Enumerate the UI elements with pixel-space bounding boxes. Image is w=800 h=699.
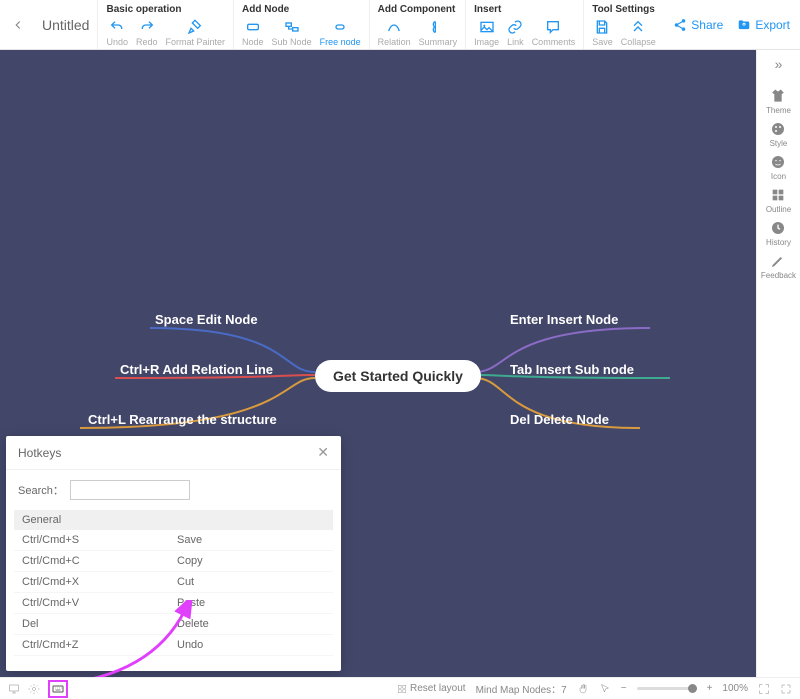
export-label: Export xyxy=(755,18,790,32)
free-node-button[interactable]: Free node xyxy=(318,17,363,49)
toolbar-item-label: Link xyxy=(507,37,524,47)
center-node[interactable]: Get Started Quickly xyxy=(315,360,481,392)
leaf-right-2[interactable]: Del Delete Node xyxy=(510,412,609,427)
hotkey-key: Ctrl/Cmd+C xyxy=(22,555,177,567)
redo-button[interactable]: Redo xyxy=(134,17,160,49)
hotkey-row: Ctrl/Cmd+VPaste xyxy=(14,593,333,614)
search-label: Search： xyxy=(18,482,64,498)
leaf-right-0[interactable]: Enter Insert Node xyxy=(510,312,618,327)
node-button[interactable]: Node xyxy=(240,17,266,49)
hotkeys-section-general: General xyxy=(14,510,333,530)
hotkey-key: Ctrl/Cmd+Z xyxy=(22,639,177,651)
leaf-left-1[interactable]: Ctrl+R Add Relation Line xyxy=(120,362,273,377)
share-label: Share xyxy=(691,18,723,32)
zoom-level: 100% xyxy=(722,683,748,694)
toolbar-item-label: Collapse xyxy=(621,37,656,47)
save-button[interactable]: Save xyxy=(590,17,615,49)
toolbar-item-label: Summary xyxy=(419,37,458,47)
settings-icon[interactable] xyxy=(28,683,40,695)
toolbar-item-label: Save xyxy=(592,37,613,47)
sidebar-label: Icon xyxy=(771,172,786,181)
sidebar-theme[interactable]: Theme xyxy=(761,88,796,115)
sidebar-outline[interactable]: Outline xyxy=(761,187,796,214)
sidebar-label: Outline xyxy=(766,205,791,214)
toolbar-item-label: Redo xyxy=(136,37,158,47)
toolbar-item-label: Image xyxy=(474,37,499,47)
hotkey-row: DelDelete xyxy=(14,614,333,635)
document-title[interactable]: Untitled xyxy=(42,17,89,33)
sub-node-button[interactable]: Sub Node xyxy=(270,17,314,49)
toolbar-item-label: Node xyxy=(242,37,264,47)
close-icon[interactable]: ✕ xyxy=(317,444,329,461)
collapse-sidebar-button[interactable]: » xyxy=(775,56,783,72)
hotkey-key: Ctrl/Cmd+S xyxy=(22,534,177,546)
sidebar-feedback[interactable]: Feedback xyxy=(761,253,796,280)
hotkey-action: Copy xyxy=(177,555,203,567)
summary-button[interactable]: Summary xyxy=(417,17,460,49)
hotkeys-title: Hotkeys xyxy=(18,446,61,460)
cursor-tool-icon[interactable] xyxy=(599,683,611,695)
hotkey-action: Delete xyxy=(177,618,209,630)
toolbar-group-title: Add Component xyxy=(376,2,460,17)
collapse-button[interactable]: Collapse xyxy=(619,17,658,49)
back-button[interactable] xyxy=(8,15,28,35)
hotkey-row: Ctrl/Cmd+YRedo xyxy=(14,656,333,660)
leaf-left-2[interactable]: Ctrl+L Rearrange the structure xyxy=(88,412,277,427)
hotkey-key: Ctrl/Cmd+V xyxy=(22,597,177,609)
hotkey-row: Ctrl/Cmd+XCut xyxy=(14,572,333,593)
leaf-left-0[interactable]: Space Edit Node xyxy=(155,312,258,327)
zoom-in-button[interactable]: + xyxy=(707,683,713,694)
zoom-slider[interactable] xyxy=(637,687,697,690)
hotkey-action: Save xyxy=(177,534,202,546)
toolbar-item-label: Relation xyxy=(378,37,411,47)
undo-button[interactable]: Undo xyxy=(104,17,130,49)
fullscreen-icon[interactable] xyxy=(780,683,792,695)
toolbar-item-label: Free node xyxy=(320,37,361,47)
leaf-right-1[interactable]: Tab Insert Sub node xyxy=(510,362,634,377)
share-button[interactable]: Share xyxy=(673,18,723,32)
presentation-icon[interactable] xyxy=(8,683,20,695)
sidebar-history[interactable]: History xyxy=(761,220,796,247)
sidebar-label: Theme xyxy=(766,106,791,115)
hotkey-row: Ctrl/Cmd+ZUndo xyxy=(14,635,333,656)
sidebar-label: Style xyxy=(770,139,788,148)
reset-layout-button[interactable]: Reset layout xyxy=(397,683,466,694)
toolbar-item-label: Comments xyxy=(532,37,576,47)
toolbar-item-label: Sub Node xyxy=(272,37,312,47)
node-count-label: Mind Map Nodes：7 xyxy=(476,681,567,696)
hotkey-key: Del xyxy=(22,618,177,630)
toolbar-group-title: Add Node xyxy=(240,2,363,17)
comments-button[interactable]: Comments xyxy=(530,17,578,49)
sidebar-label: History xyxy=(766,238,791,247)
search-input[interactable] xyxy=(70,480,190,500)
hotkeys-dialog: Hotkeys ✕ Search： General Ctrl/Cmd+SSave… xyxy=(6,436,341,671)
image-button[interactable]: Image xyxy=(472,17,501,49)
toolbar-item-label: Format Painter xyxy=(166,37,226,47)
toolbar-item-label: Undo xyxy=(106,37,128,47)
hotkey-action: Undo xyxy=(177,639,203,651)
relation-button[interactable]: Relation xyxy=(376,17,413,49)
sidebar-style[interactable]: Style xyxy=(761,121,796,148)
hotkey-row: Ctrl/Cmd+CCopy xyxy=(14,551,333,572)
hotkey-action: Paste xyxy=(177,597,205,609)
toolbar-group-title: Insert xyxy=(472,2,577,17)
zoom-out-button[interactable]: − xyxy=(621,683,627,694)
hotkey-key: Ctrl/Cmd+X xyxy=(22,576,177,588)
export-button[interactable]: Export xyxy=(737,18,790,32)
sidebar-label: Feedback xyxy=(761,271,796,280)
link-button[interactable]: Link xyxy=(505,17,526,49)
keyboard-icon[interactable] xyxy=(48,680,68,698)
fit-screen-icon[interactable] xyxy=(758,683,770,695)
toolbar-group-title: Basic operation xyxy=(104,2,227,17)
hotkey-action: Cut xyxy=(177,576,194,588)
sidebar-icon[interactable]: Icon xyxy=(761,154,796,181)
hand-tool-icon[interactable] xyxy=(577,683,589,695)
toolbar-group-title: Tool Settings xyxy=(590,2,658,17)
hotkey-row: Ctrl/Cmd+SSave xyxy=(14,530,333,551)
format-painter-button[interactable]: Format Painter xyxy=(164,17,228,49)
